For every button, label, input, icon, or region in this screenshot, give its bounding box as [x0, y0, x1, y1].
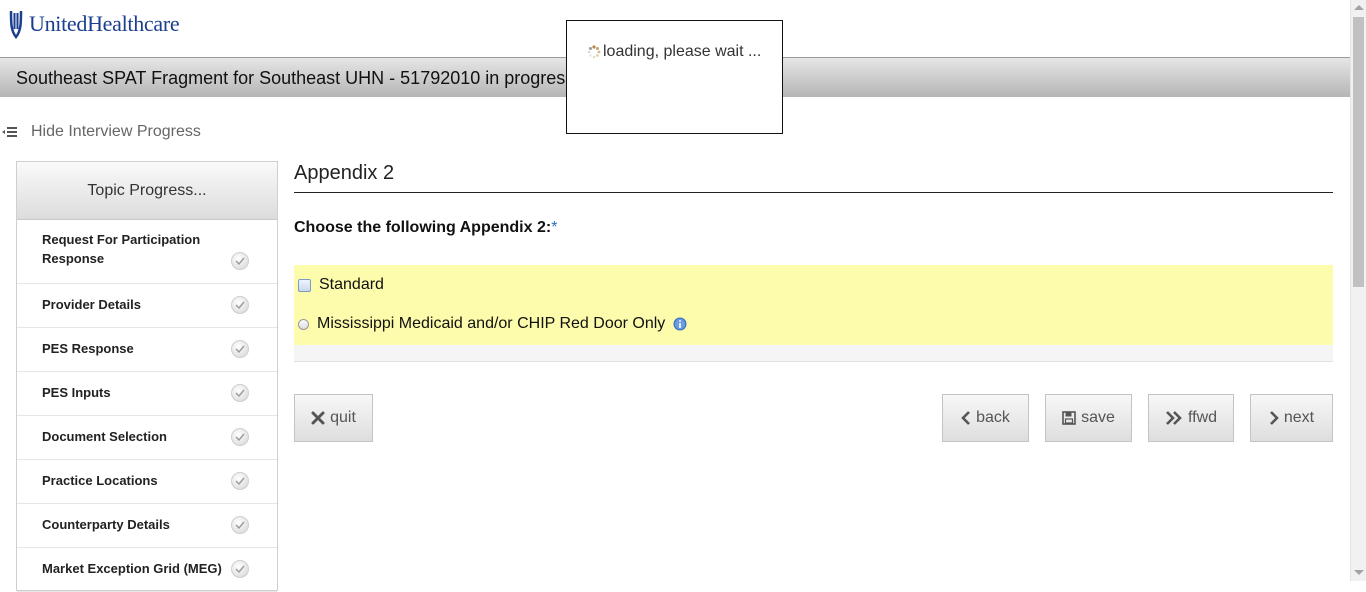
topic-item-pes-inputs[interactable]: PES Inputs [17, 372, 277, 416]
back-button[interactable]: back [942, 394, 1029, 442]
scroll-up-arrow-icon[interactable] [1354, 5, 1364, 10]
hide-interview-progress-label: Hide Interview Progress [31, 123, 201, 140]
save-button[interactable]: save [1045, 394, 1132, 442]
radio-standard[interactable] [298, 278, 311, 292]
topic-item-counterparty-details[interactable]: Counterparty Details [17, 504, 277, 548]
loading-text: loading, please wait ... [603, 43, 762, 60]
list-collapse-icon [2, 127, 17, 137]
topic-label: Document Selection [42, 429, 167, 444]
save-button-label: save [1081, 409, 1115, 426]
radio-mississippi-medicaid[interactable] [298, 318, 309, 330]
topic-item-document-selection[interactable]: Document Selection [17, 416, 277, 460]
scroll-down-arrow-icon[interactable] [1354, 570, 1364, 575]
topic-item-provider-details[interactable]: Provider Details [17, 284, 277, 328]
topic-label: Practice Locations [42, 473, 158, 488]
question-label: Choose the following Appendix 2:* [294, 219, 557, 237]
ffwd-button-label: ffwd [1187, 409, 1218, 426]
check-icon [231, 428, 249, 446]
topic-item-practice-locations[interactable]: Practice Locations [17, 460, 277, 504]
answer-options-group: Standard Mississippi Medicaid and/or CHI… [294, 265, 1333, 345]
check-icon [231, 516, 249, 534]
double-chevron-right-icon [1166, 411, 1182, 425]
interview-title: Southeast SPAT Fragment for Southeast UH… [16, 68, 575, 88]
brand-name: UnitedHealthcare [29, 11, 180, 36]
options-footer-band [294, 345, 1333, 362]
option-standard-label: Standard [319, 276, 384, 293]
spinner-icon [587, 45, 601, 59]
page-title: Appendix 2 [294, 162, 395, 184]
topic-label: Counterparty Details [42, 517, 170, 532]
topic-label: Market Exception Grid (MEG) [42, 561, 222, 576]
quit-button[interactable]: quit [294, 394, 373, 442]
close-icon [311, 411, 325, 425]
loading-message-row: loading, please wait ... [587, 43, 761, 61]
next-button-label: next [1283, 409, 1315, 426]
topic-label: PES Inputs [42, 385, 111, 400]
topic-label: Provider Details [42, 297, 141, 312]
ffwd-button[interactable]: ffwd [1148, 394, 1234, 442]
topic-label: PES Response [42, 341, 134, 356]
back-button-label: back [976, 409, 1010, 426]
topic-item-pes-response[interactable]: PES Response [17, 328, 277, 372]
option-mississippi-medicaid-label: Mississippi Medicaid and/or CHIP Red Doo… [317, 315, 666, 332]
check-icon [231, 340, 249, 358]
option-mississippi-medicaid[interactable]: Mississippi Medicaid and/or CHIP Red Doo… [298, 315, 687, 333]
topic-progress-header: Topic Progress... [17, 162, 277, 220]
topic-item-market-exception-grid[interactable]: Market Exception Grid (MEG) [17, 548, 277, 592]
floppy-disk-icon [1062, 411, 1076, 425]
shield-logo-icon [9, 10, 23, 39]
next-button[interactable]: next [1250, 394, 1333, 442]
required-marker: * [551, 219, 558, 236]
topic-item-request-for-participation-response[interactable]: Request For Participation Response [17, 220, 277, 284]
check-icon [231, 472, 249, 490]
option-standard[interactable]: Standard [298, 276, 384, 294]
scroll-thumb[interactable] [1353, 17, 1364, 287]
info-icon[interactable] [673, 317, 687, 331]
hide-interview-progress-toggle[interactable]: Hide Interview Progress [2, 123, 201, 141]
check-icon [231, 384, 249, 402]
topic-progress-panel: Topic Progress... Request For Participat… [16, 161, 278, 592]
check-icon [231, 560, 249, 578]
question-text: Choose the following Appendix 2: [294, 219, 552, 236]
loading-dialog: loading, please wait ... [566, 20, 783, 134]
vertical-scrollbar[interactable] [1350, 0, 1366, 581]
quit-button-label: quit [330, 409, 356, 426]
topic-label: Request For Participation Response [42, 232, 201, 266]
check-icon [231, 296, 249, 314]
chevron-right-icon [1269, 411, 1279, 425]
brand-logo: UnitedHealthcare [8, 8, 180, 40]
check-icon [231, 252, 249, 270]
chevron-left-icon [961, 411, 971, 425]
heading-divider [294, 192, 1333, 193]
